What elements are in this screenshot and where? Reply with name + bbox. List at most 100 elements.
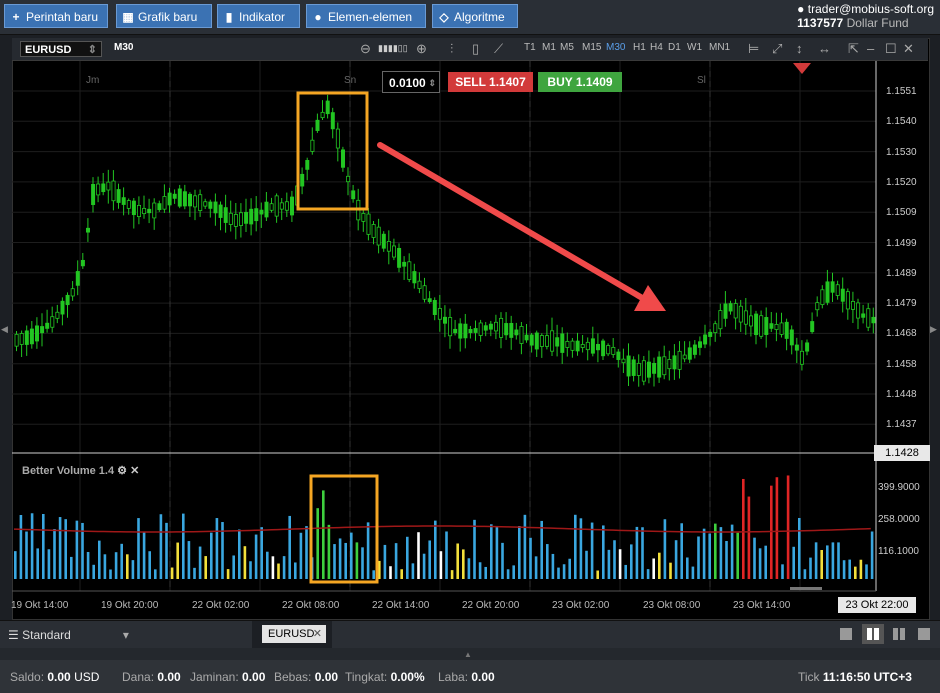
volume-bar xyxy=(120,543,123,579)
volume-bar xyxy=(361,547,364,579)
candle-body xyxy=(677,350,682,370)
volume-bar xyxy=(439,551,443,579)
indicators-icon[interactable]: ⊨ xyxy=(748,41,759,57)
candle-body xyxy=(856,302,861,319)
volume-bar xyxy=(775,477,779,579)
candle-body xyxy=(152,202,157,219)
zoom-out-icon[interactable]: ⊖ xyxy=(360,41,371,57)
zoom-in-icon[interactable]: ⊕ xyxy=(416,41,427,57)
timeframe-m30[interactable]: M30 xyxy=(606,42,625,53)
candle-body xyxy=(504,323,509,336)
volume-bar xyxy=(702,528,706,579)
layout-columns-icon[interactable] xyxy=(893,628,905,640)
account-info[interactable]: ● trader@mobius-soft.org 1137577 Dollar … xyxy=(797,2,934,30)
detach-icon[interactable]: ⇱ xyxy=(848,41,859,57)
candle-body xyxy=(203,201,208,207)
volume-bar xyxy=(719,527,723,579)
candle-body xyxy=(657,356,662,378)
volume-bar xyxy=(490,524,493,579)
candle-body xyxy=(259,209,264,215)
symbol-select[interactable]: EURUSD ⇕ xyxy=(20,41,102,57)
new-order-button[interactable]: + Perintah baru xyxy=(4,4,108,28)
candle-body xyxy=(376,226,381,246)
volume-bar xyxy=(288,515,291,579)
close-icon[interactable]: ✕ xyxy=(903,41,914,57)
candle-body xyxy=(244,212,249,224)
timeframe-m1[interactable]: M1 xyxy=(542,42,556,53)
indicator-button[interactable]: ▮ Indikator xyxy=(217,4,300,28)
volume-bar xyxy=(736,532,739,579)
timeframe-mn1[interactable]: MN1 xyxy=(709,42,730,53)
close-indicator-icon[interactable]: ✕ xyxy=(130,465,139,477)
bar-type-icon[interactable]: ⫶ xyxy=(450,41,453,57)
candle-body xyxy=(417,280,422,289)
volume-bar xyxy=(686,557,689,579)
volume-bar xyxy=(92,564,95,579)
timeframe-h1[interactable]: H1 xyxy=(633,42,646,53)
volume-bar xyxy=(126,554,129,579)
lot-input[interactable]: 0.0100 ⇕ xyxy=(382,71,440,93)
expand-panel-icon[interactable]: ▲ xyxy=(464,650,472,659)
candle-body xyxy=(636,362,641,376)
volume-bar xyxy=(646,569,650,579)
zoom-slider[interactable]: ▮▮▮▮▯▯ xyxy=(378,43,408,54)
timeframe-d1[interactable]: D1 xyxy=(668,42,681,53)
timeframe-m15[interactable]: M15 xyxy=(582,42,601,53)
candle-body xyxy=(269,203,274,211)
layout-profile-select[interactable]: ☰ Standard ▾ xyxy=(8,628,129,642)
candle-body xyxy=(708,331,713,337)
chart-scrollbar[interactable] xyxy=(790,587,822,590)
candle-body xyxy=(545,335,550,347)
tab-close-icon[interactable]: ✕ xyxy=(313,625,322,643)
algorithm-button[interactable]: ◇ Algoritme xyxy=(432,4,518,28)
price-axis-label: 1.1530 xyxy=(886,146,917,158)
vertical-line-icon[interactable]: ↕ xyxy=(796,41,803,56)
sell-button[interactable]: SELL 1.1407 xyxy=(448,72,533,92)
line-type-icon[interactable]: ⟋ xyxy=(494,41,503,57)
buy-button[interactable]: BUY 1.1409 xyxy=(538,72,622,92)
elements-button[interactable]: ● Elemen-elemen xyxy=(306,4,426,28)
tick-time[interactable]: Tick 11:16:50 UTC+3 xyxy=(798,670,912,684)
timeframe-h4[interactable]: H4 xyxy=(650,42,663,53)
price-chart[interactable] xyxy=(12,61,928,617)
candle-body xyxy=(754,313,759,336)
timeframe-t1[interactable]: T1 xyxy=(524,42,536,53)
minimize-icon[interactable]: ‒ xyxy=(867,41,874,56)
candle-body xyxy=(499,317,504,338)
draw-line-icon[interactable]: ⤢ xyxy=(772,41,782,57)
volume-bar xyxy=(445,531,448,579)
collapse-left-icon[interactable]: ◀ xyxy=(1,324,8,335)
candle-body xyxy=(157,203,162,211)
maximize-icon[interactable]: ☐ xyxy=(885,41,897,57)
diamond-icon: ◇ xyxy=(439,10,449,24)
current-price-label: 1.1428 xyxy=(874,445,930,461)
volume-bar xyxy=(725,541,728,579)
volume-bar xyxy=(226,569,230,579)
settings-icon[interactable]: ⚙ xyxy=(117,465,127,477)
volume-bar xyxy=(484,566,487,579)
layout-grid-icon[interactable] xyxy=(862,624,884,644)
volume-bar xyxy=(86,551,90,579)
layout-single-icon[interactable] xyxy=(840,628,852,640)
volume-bar xyxy=(456,543,459,579)
collapse-right-icon[interactable]: ▶ xyxy=(930,324,937,335)
candle-body xyxy=(391,245,396,258)
candle-body xyxy=(805,342,810,352)
layout-rows-icon[interactable] xyxy=(918,628,930,640)
candle-body xyxy=(91,184,96,205)
timeframe-w1[interactable]: W1 xyxy=(687,42,702,53)
volume-bar xyxy=(70,556,73,579)
new-chart-button[interactable]: ▦ Grafik baru xyxy=(116,4,212,28)
tab-eurusd[interactable]: EURUSD ✕ xyxy=(262,625,326,643)
menu-icon: ☰ xyxy=(8,628,19,642)
timeframe-m5[interactable]: M5 xyxy=(560,42,574,53)
price-axis-label: 1.1499 xyxy=(886,237,917,249)
candle-type-icon[interactable]: ▯ xyxy=(472,41,479,57)
volume-bar xyxy=(58,517,62,579)
saldo: Saldo: 0.00 USD xyxy=(10,670,100,684)
candle-body xyxy=(437,308,442,320)
candle-body xyxy=(825,281,830,303)
horizontal-line-icon[interactable]: ↔ xyxy=(818,41,831,56)
volume-bar xyxy=(613,540,616,579)
candle-body xyxy=(218,204,223,218)
